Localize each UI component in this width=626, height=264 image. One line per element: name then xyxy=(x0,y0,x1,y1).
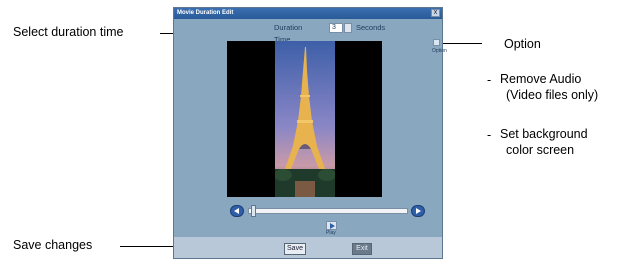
annotation-option: Option xyxy=(504,37,541,51)
dialog-title: Movie Duration Edit xyxy=(177,10,234,16)
annotation-bullet: - xyxy=(487,73,492,87)
annotation-set-background-2: color screen xyxy=(506,143,575,157)
timeline-slider[interactable] xyxy=(248,208,408,214)
seek-right-icon[interactable] xyxy=(411,205,425,217)
annotation-bullet: - xyxy=(487,128,492,142)
exit-button[interactable]: Exit xyxy=(352,243,372,255)
annotation-save-changes: Save changes xyxy=(13,238,93,252)
annotation-select-duration: Select duration time xyxy=(13,25,124,39)
duration-unit: Seconds xyxy=(356,23,386,32)
annotation-remove-audio: Remove Audio xyxy=(500,72,582,86)
dialog-titlebar[interactable]: Movie Duration Edit x xyxy=(174,8,442,19)
seek-left-icon[interactable] xyxy=(230,205,244,217)
spinner-arrows-icon[interactable] xyxy=(344,23,352,33)
dialog-button-bar: Save Exit xyxy=(174,237,442,258)
timeline-thumb[interactable] xyxy=(251,205,256,217)
eiffel-tower-photo xyxy=(275,41,335,197)
option-label: Option xyxy=(432,48,447,54)
movie-duration-dialog: Movie Duration Edit x Duration Time 3 Se… xyxy=(173,7,447,259)
duration-input[interactable]: 3 xyxy=(329,23,343,33)
play-icon[interactable] xyxy=(326,221,337,230)
annotation-set-background: Set background xyxy=(500,127,588,141)
close-icon[interactable]: x xyxy=(431,9,440,17)
annotation-remove-audio-note: (Video files only) xyxy=(506,88,599,102)
video-preview xyxy=(227,41,382,197)
save-button[interactable]: Save xyxy=(284,243,306,255)
play-label: Play xyxy=(326,230,336,236)
option-icon[interactable] xyxy=(433,39,440,46)
annotation-line-option xyxy=(440,43,482,44)
